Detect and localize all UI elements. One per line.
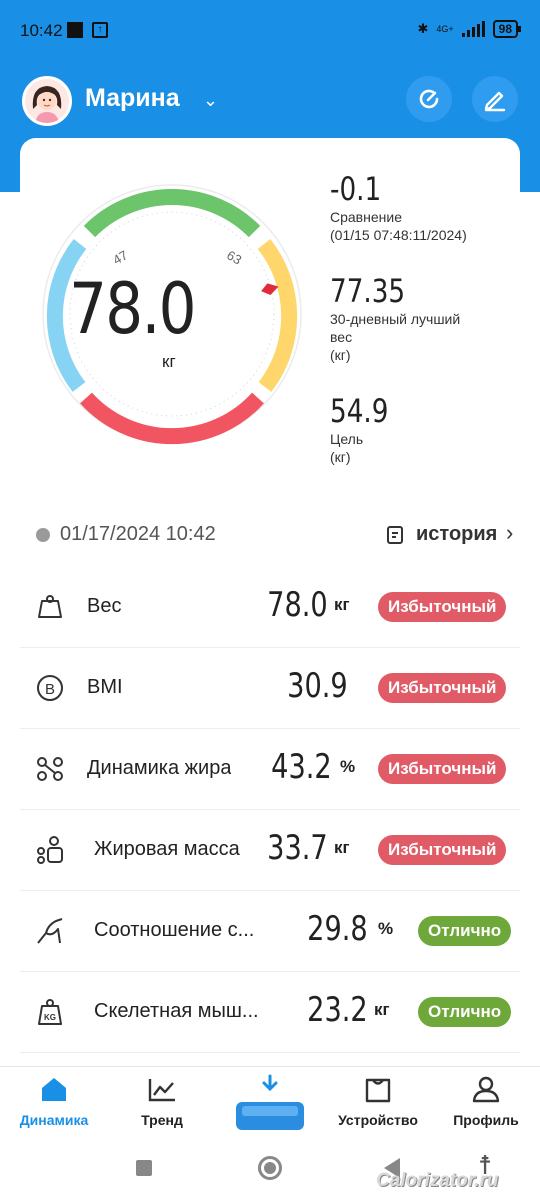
stat-sub: (кг): [330, 347, 351, 363]
stat-compare: -0.1 Сравнение (01/15 07:48:11/2024): [330, 170, 510, 244]
history-icon[interactable]: [386, 524, 406, 546]
profile-icon: [472, 1076, 500, 1103]
upload-icon: ↑: [92, 22, 108, 38]
weigh-button[interactable]: [234, 1074, 306, 1132]
svg-text:KG: KG: [44, 1013, 56, 1022]
signal-icon: [461, 21, 485, 37]
watermark: Calorizator.ru: [376, 1170, 499, 1191]
nav-item-device[interactable]: Устройство: [328, 1075, 428, 1128]
status-right: ✱ 4G+ 98: [417, 20, 522, 38]
bmi-icon: B: [37, 675, 63, 701]
stat-goal: 54.9 Цель (кг): [330, 392, 510, 466]
gauge-unit: кг: [162, 352, 176, 371]
measurement-datetime: 01/17/2024 10:42: [60, 523, 216, 545]
status-badge: Отлично: [418, 916, 512, 946]
metric-value: 78.0: [267, 585, 328, 625]
nav-item-dynamics[interactable]: Динамика: [4, 1075, 104, 1128]
muscle-ratio-icon: [37, 918, 63, 944]
metric-value: 33.7: [267, 828, 328, 868]
metric-name: Соотношение с...: [94, 919, 255, 941]
stat-label: Цель: [330, 431, 364, 447]
metric-name: Жировая масса: [94, 838, 240, 860]
metric-row-bmi[interactable]: B BMI 30.9 Избыточный: [20, 648, 520, 729]
stat-value: 77.35: [330, 272, 406, 310]
metric-unit: %: [340, 757, 356, 776]
metric-row-fat-dynamics[interactable]: Динамика жира 43.2 % Избыточный: [20, 729, 520, 810]
skeletal-muscle-icon: KG: [38, 999, 62, 1025]
home-button-icon[interactable]: [258, 1156, 282, 1180]
status-badge: Избыточный: [378, 835, 507, 865]
metric-row-fat-mass[interactable]: Жировая масса 33.7 кг Избыточный: [20, 810, 520, 891]
recents-icon[interactable]: [136, 1160, 152, 1176]
refresh-icon: [419, 89, 439, 109]
gauge-segment-green: [83, 189, 261, 238]
metric-name: Скелетная мыш...: [94, 1000, 259, 1022]
metric-unit: кг: [334, 595, 350, 614]
edit-button[interactable]: [472, 76, 518, 122]
metric-value: 30.9: [287, 666, 348, 706]
nav-item-profile[interactable]: Профиль: [436, 1075, 536, 1128]
stat-value: -0.1: [330, 170, 382, 208]
arrow-down-icon: [262, 1074, 278, 1092]
device-icon: [365, 1078, 391, 1103]
status-badge: Избыточный: [378, 754, 507, 784]
avatar[interactable]: [22, 76, 72, 126]
trend-icon: [148, 1079, 175, 1102]
bluetooth-icon: ✱: [417, 21, 429, 36]
metric-row-muscle-ratio[interactable]: Соотношение с... 29.8 % Отлично: [20, 891, 520, 972]
history-link[interactable]: история: [416, 523, 497, 546]
stat-sub: (01/15 07:48:11/2024): [330, 227, 467, 243]
chevron-down-icon[interactable]: ⌄: [203, 90, 218, 111]
fat-mass-icon: [37, 836, 63, 864]
nav-label: Динамика: [19, 1112, 89, 1128]
stat-best-weight: 77.35 30-дневный лучший вес (кг): [330, 272, 510, 364]
metric-unit: кг: [334, 838, 350, 857]
status-bar: 10:42 ↑ ✱ 4G+ 98: [0, 0, 540, 62]
fat-dynamics-icon: [37, 757, 63, 781]
stat-value: 54.9: [330, 392, 389, 430]
gauge-value: 78.0: [69, 268, 196, 350]
chevron-right-icon[interactable]: ›: [506, 520, 513, 546]
metric-value: 23.2: [307, 990, 368, 1030]
metric-value: 43.2: [271, 747, 332, 787]
avatar-image: [25, 79, 69, 123]
network-label: 4G+: [436, 24, 454, 34]
weight-icon: [38, 595, 62, 618]
svg-text:B: B: [45, 681, 55, 698]
nav-label: Профиль: [453, 1112, 519, 1128]
stat-sub: (кг): [330, 449, 351, 465]
status-time: 10:42: [20, 21, 63, 40]
status-badge: Отлично: [418, 997, 512, 1027]
metric-unit: кг: [374, 1000, 390, 1019]
battery-icon: 98: [492, 20, 522, 38]
nav-item-trend[interactable]: Тренд: [112, 1075, 212, 1128]
nav-label: Устройство: [338, 1112, 418, 1128]
pencil-icon: [484, 91, 506, 112]
sync-button[interactable]: [406, 76, 452, 122]
metric-value: 29.8: [307, 909, 368, 949]
metrics-list: Вес 78.0 кг Избыточный B BMI 30.9 Избыто…: [20, 567, 520, 1053]
metric-row-skeletal-muscle[interactable]: KG Скелетная мыш... 23.2 кг Отлично: [20, 972, 520, 1053]
gauge-segment-red: [80, 392, 264, 445]
app-header: Марина ⌄: [0, 70, 540, 130]
notification-icon: [67, 22, 83, 38]
nav-label: Тренд: [141, 1112, 183, 1128]
clock-icon: [36, 528, 50, 542]
stat-label: Сравнение: [330, 209, 402, 225]
stat-label: 30-дневный лучший вес: [330, 311, 461, 345]
metric-row-weight[interactable]: Вес 78.0 кг Избыточный: [20, 567, 520, 648]
gauge-segment-yellow: [257, 239, 298, 392]
home-icon: [42, 1078, 66, 1101]
metric-unit: %: [378, 919, 394, 938]
measurement-date-row: 01/17/2024 10:42 история ›: [36, 520, 520, 550]
metric-name: BMI: [87, 676, 123, 698]
metric-name: Динамика жира: [87, 757, 232, 779]
metric-name: Вес: [87, 595, 122, 617]
status-badge: Избыточный: [378, 592, 507, 622]
status-badge: Избыточный: [378, 673, 507, 703]
user-name[interactable]: Марина: [85, 84, 180, 113]
